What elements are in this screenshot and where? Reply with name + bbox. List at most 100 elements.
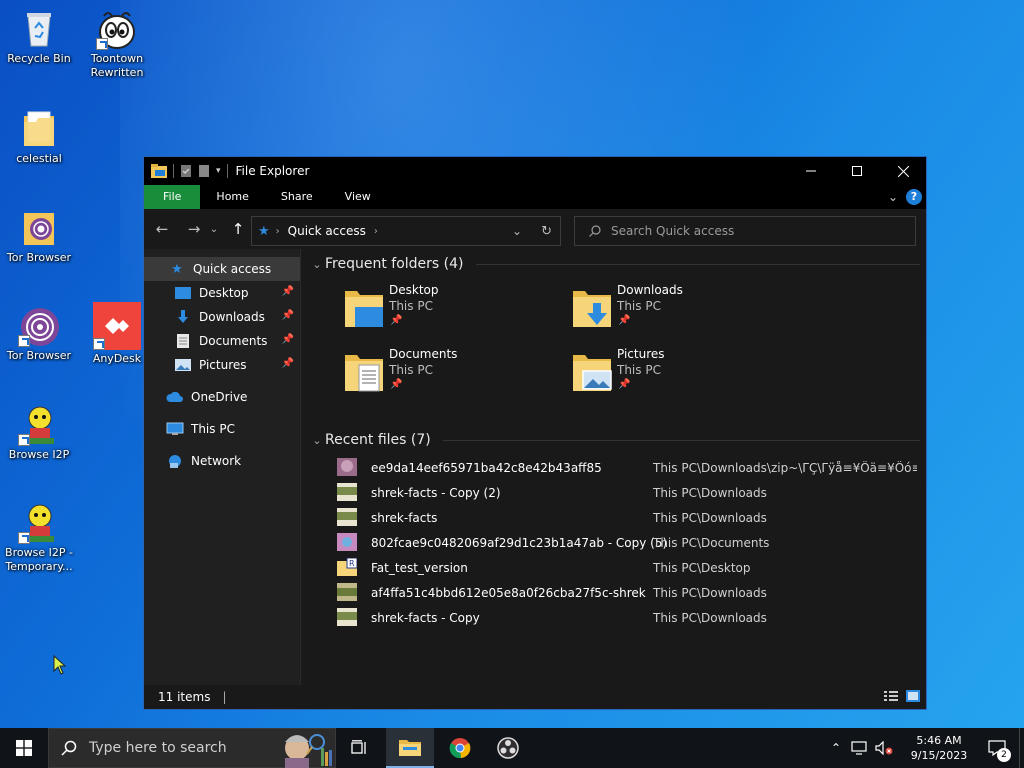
nav-item-label: Documents (199, 334, 268, 348)
nav-item-pictures[interactable]: Pictures 📌 (144, 353, 300, 377)
tab-file[interactable]: File (144, 185, 201, 209)
nav-item-network[interactable]: Network (144, 449, 300, 473)
nav-item-downloads[interactable]: Downloads 📌 (144, 305, 300, 329)
desktop-icon-browse-i2p-temporary[interactable]: Browse I2P - Temporary... (0, 502, 78, 574)
list-item[interactable]: R Fat_test_version This PC\Desktop (309, 555, 926, 580)
tab-share[interactable]: Share (265, 185, 329, 209)
show-hidden-icons-chevron-icon[interactable]: ⌃ (831, 741, 841, 755)
breadcrumb-chevron-icon[interactable]: › (374, 226, 378, 237)
toontown-icon (96, 8, 138, 50)
address-path[interactable]: Quick access (288, 224, 366, 238)
network-status-icon[interactable] (851, 741, 867, 755)
anydesk-icon (93, 302, 141, 350)
task-view-button[interactable] (336, 728, 384, 768)
desktop-icon-label: Toontown Rewritten (90, 52, 144, 79)
nav-item-onedrive[interactable]: OneDrive (144, 385, 300, 409)
search-input[interactable]: Search Quick access (574, 216, 916, 246)
desktop-icon-label: Browse I2P - Temporary... (5, 546, 73, 573)
pin-icon[interactable]: 📌 (282, 286, 294, 297)
status-separator: | (222, 690, 227, 704)
clock[interactable]: 5:46 AM 9/15/2023 (903, 733, 975, 763)
maximize-button[interactable] (834, 157, 880, 185)
file-path: This PC\Documents (653, 535, 770, 550)
folder-location: This PC (617, 299, 661, 313)
recent-files-header[interactable]: ⌄ Recent files (7) (309, 429, 926, 451)
recent-locations-chevron-icon[interactable]: ⌄ (207, 224, 221, 235)
folder-tile-downloads[interactable]: Downloads This PC 📌 (571, 281, 791, 337)
taskbar-search-input[interactable]: Type here to search (48, 728, 336, 768)
refresh-icon[interactable]: ↻ (541, 224, 552, 239)
desktop-icon-tor-browser[interactable]: Tor Browser (0, 305, 78, 363)
pin-icon[interactable]: 📌 (282, 358, 294, 369)
cloud-icon (166, 390, 184, 404)
customize-toolbar-chevron-icon[interactable]: ▾ (216, 166, 221, 176)
file-path: This PC\Downloads\zip~\ΓÇ\Γÿå≡¥Öä≡¥Öó≡..… (653, 460, 917, 475)
help-icon[interactable]: ? (906, 189, 922, 205)
documents-folder-icon (345, 355, 383, 392)
taskbar-file-explorer[interactable] (386, 728, 434, 768)
frequent-folders-header[interactable]: ⌄ Frequent folders (4) (309, 253, 926, 275)
list-item[interactable]: 802fcae9c0482069af29d1c23b1a47ab - Copy … (309, 530, 926, 555)
nav-item-quick-access[interactable]: ★ Quick access (144, 257, 300, 281)
tab-home[interactable]: Home (200, 185, 264, 209)
back-arrow-icon[interactable]: ← (149, 220, 175, 238)
image-thumbnail-icon (337, 458, 357, 476)
list-item[interactable]: af4ffa51c4bbd612e05e8a0f26cba27f5c-shrek… (309, 580, 926, 605)
file-name: Fat_test_version (371, 560, 468, 575)
pin-icon[interactable]: 📌 (282, 310, 294, 321)
quick-access-star-icon: ★ (258, 223, 270, 239)
collapse-chevron-icon[interactable]: ⌄ (309, 258, 325, 271)
expand-ribbon-chevron-icon[interactable]: ⌄ (888, 190, 898, 204)
address-bar[interactable]: ★ › Quick access › ⌄ ↻ (251, 216, 561, 246)
desktop-icon-recycle-bin[interactable]: Recycle Bin (0, 8, 78, 66)
star-icon: ★ (171, 261, 183, 277)
folder-location: This PC (617, 363, 661, 377)
up-arrow-icon[interactable]: ↑ (225, 220, 251, 238)
title-bar[interactable]: ▾ File Explorer (144, 157, 926, 185)
minimize-button[interactable] (788, 157, 834, 185)
folder-name: Downloads (617, 283, 683, 297)
status-bar: 11 items | (144, 685, 926, 709)
folder-tile-documents[interactable]: Documents This PC 📌 (343, 345, 563, 401)
breadcrumb-chevron-icon[interactable]: › (276, 226, 280, 237)
desktop-icon-toontown[interactable]: Toontown Rewritten (78, 8, 156, 80)
nav-item-this-pc[interactable]: This PC (144, 417, 300, 441)
properties-icon[interactable] (180, 164, 192, 178)
pin-icon[interactable]: 📌 (282, 334, 294, 345)
desktop-icon-celestial[interactable]: celestial (0, 108, 78, 166)
address-dropdown-chevron-icon[interactable]: ⌄ (512, 224, 522, 238)
taskbar-chrome[interactable] (436, 728, 484, 768)
pin-icon: 📌 (390, 379, 403, 390)
shortcut-arrow-icon (93, 338, 105, 350)
search-highlight-illustration-icon (285, 734, 332, 768)
image-thumbnail-icon (337, 583, 357, 601)
details-view-icon[interactable] (884, 690, 898, 702)
large-icons-view-icon[interactable] (906, 690, 920, 702)
list-item[interactable]: shrek-facts - Copy (2) This PC\Downloads (309, 480, 926, 505)
folder-name: Desktop (389, 283, 439, 297)
desktop-icon-browse-i2p[interactable]: Browse I2P (0, 404, 78, 462)
list-item[interactable]: shrek-facts This PC\Downloads (309, 505, 926, 530)
new-folder-icon[interactable] (198, 164, 210, 178)
show-desktop-button[interactable] (1019, 728, 1024, 768)
system-tray: ⌃ 5:46 AM 9/15/2023 2 (831, 728, 1024, 768)
action-center-button[interactable]: 2 (975, 728, 1019, 768)
folder-tile-pictures[interactable]: Pictures This PC 📌 (571, 345, 791, 401)
folder-tile-desktop[interactable]: Desktop This PC 📌 (343, 281, 563, 337)
list-item[interactable]: shrek-facts - Copy This PC\Downloads (309, 605, 926, 630)
file-name: shrek-facts - Copy (371, 610, 480, 625)
volume-muted-icon[interactable] (875, 741, 893, 755)
pin-icon: 📌 (390, 315, 403, 326)
taskbar-obs[interactable] (484, 728, 532, 768)
desktop-icon-tor-browser-folder[interactable]: Tor Browser (0, 207, 78, 265)
item-count: 11 items (158, 690, 211, 704)
image-thumbnail-icon (337, 608, 357, 626)
nav-item-desktop[interactable]: Desktop 📌 (144, 281, 300, 305)
list-item[interactable]: ee9da14eef65971ba42c8e42b43aff85 This PC… (309, 455, 926, 480)
collapse-chevron-icon[interactable]: ⌄ (309, 434, 325, 447)
tab-view[interactable]: View (329, 185, 387, 209)
nav-item-documents[interactable]: Documents 📌 (144, 329, 300, 353)
start-button[interactable] (0, 728, 48, 768)
forward-arrow-icon[interactable]: → (181, 220, 207, 238)
close-button[interactable] (880, 157, 926, 185)
